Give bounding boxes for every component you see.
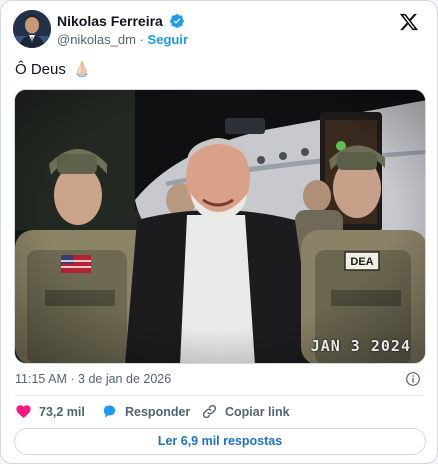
like-count: 73,2 mil — [39, 405, 85, 419]
display-name[interactable]: Nikolas Ferreira — [57, 12, 163, 30]
author-info: Nikolas Ferreira @nikolas_dm · Seguir — [57, 12, 188, 49]
divider — [15, 395, 423, 396]
tweet-header: Nikolas Ferreira @nikolas_dm · Seguir — [13, 10, 425, 50]
follow-button[interactable]: Seguir — [148, 32, 188, 47]
handle[interactable]: @nikolas_dm — [57, 32, 136, 47]
tweet-text: Ô Deus — [15, 59, 91, 80]
folded-hands-icon — [76, 60, 88, 77]
avatar[interactable] — [13, 10, 51, 48]
media-date-stamp: JAN 3 2024 — [310, 337, 411, 355]
tweet-meta: 11:15 AM · 3 de jan de 2026 — [15, 370, 423, 388]
reply-button[interactable]: Responder — [101, 402, 191, 422]
reply-label: Responder — [125, 405, 191, 419]
avatar-image — [13, 10, 51, 48]
info-icon[interactable] — [405, 371, 421, 387]
copy-link-button[interactable]: Copiar link — [201, 402, 301, 422]
read-replies-button[interactable]: Ler 6,9 mil respostas — [14, 428, 426, 455]
separator-dot: · — [139, 32, 144, 48]
copy-link-label: Copiar link — [225, 405, 290, 419]
tweet-card: Nikolas Ferreira @nikolas_dm · Seguir Ô … — [0, 0, 438, 464]
x-logo-icon[interactable] — [399, 12, 419, 32]
tweet-time[interactable]: 11:15 AM — [15, 372, 67, 386]
meta-separator: · — [70, 372, 75, 386]
tweet-text-content: Ô Deus — [15, 61, 66, 78]
media-photo: DEA — [15, 90, 425, 363]
heart-icon — [16, 405, 31, 419]
tweet-date[interactable]: 3 de jan de 2026 — [78, 372, 171, 386]
verified-badge-icon — [170, 14, 185, 28]
handle-line: @nikolas_dm · Seguir — [57, 31, 188, 49]
like-button[interactable]: 73,2 mil — [15, 402, 95, 422]
link-icon — [202, 404, 217, 419]
reply-bubble-icon — [103, 405, 116, 418]
tweet-media-image[interactable]: DEA JAN 3 2024 — [14, 89, 426, 364]
